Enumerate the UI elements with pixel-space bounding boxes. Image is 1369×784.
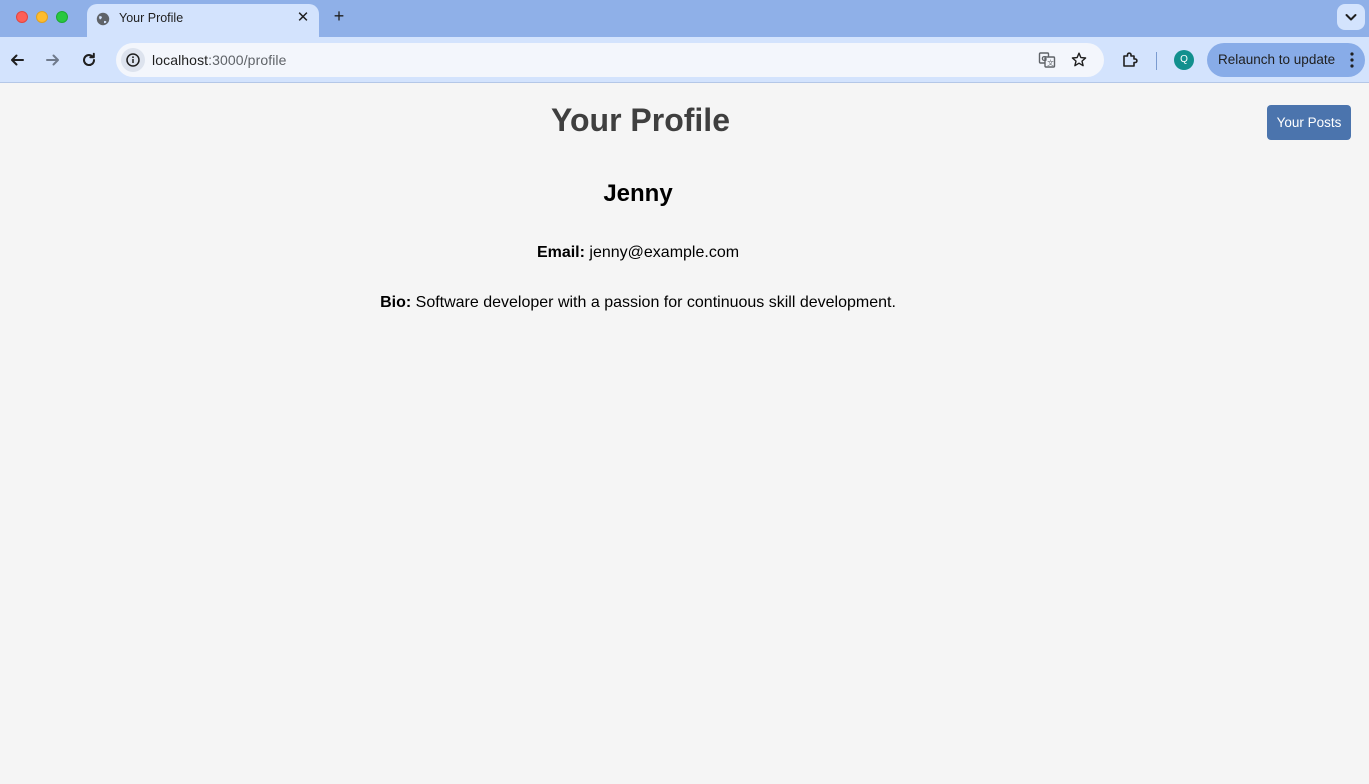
address-bar[interactable]: localhost:3000/profile G 文 <box>116 43 1104 77</box>
back-arrow-icon[interactable] <box>6 49 28 71</box>
relaunch-button[interactable]: Relaunch to update <box>1207 43 1365 77</box>
plus-icon[interactable]: + <box>329 6 349 26</box>
bio-value: Software developer with a passion for co… <box>415 294 896 311</box>
star-icon[interactable] <box>1070 51 1088 69</box>
email-label: Email: <box>536 244 585 261</box>
minimize-window-button[interactable] <box>36 11 48 23</box>
relaunch-label: Relaunch to update <box>1218 52 1336 67</box>
tab-strip: Your Profile ✕ + <box>0 0 1369 37</box>
chevron-down-icon <box>1345 14 1357 21</box>
browser-toolbar: localhost:3000/profile G 文 Q Relaunch to… <box>0 37 1369 83</box>
site-info-button[interactable] <box>121 48 145 72</box>
close-window-button[interactable] <box>16 11 28 23</box>
extensions-icon[interactable] <box>1120 50 1140 70</box>
page-content: Your Profile Your Posts Jenny Email: jen… <box>0 84 1369 784</box>
url-host: localhost <box>152 52 209 68</box>
user-name: Jenny <box>603 180 673 207</box>
site-info-icon <box>126 53 140 67</box>
tab-search-button[interactable] <box>1337 4 1365 30</box>
avatar[interactable]: Q <box>1174 50 1194 70</box>
forward-arrow-icon[interactable] <box>42 49 64 71</box>
svg-text:文: 文 <box>1047 58 1054 67</box>
browser-tab[interactable]: Your Profile ✕ <box>87 4 319 37</box>
close-icon[interactable]: ✕ <box>295 10 311 26</box>
bio-label: Bio: <box>380 294 412 311</box>
bio-line: Bio: Software developer with a passion f… <box>0 294 1276 312</box>
toolbar-divider <box>1156 52 1157 70</box>
tab-title: Your Profile <box>119 11 184 25</box>
globe-icon <box>96 12 110 26</box>
email-line: Email: jenny@example.com <box>0 244 1276 262</box>
your-posts-button[interactable]: Your Posts <box>1267 105 1351 140</box>
url-text: localhost:3000/profile <box>152 52 287 68</box>
more-vert-icon[interactable] <box>1349 51 1355 69</box>
url-path: :3000/profile <box>208 52 287 68</box>
reload-icon[interactable] <box>78 49 100 71</box>
page-title: Your Profile <box>551 102 730 138</box>
email-value: jenny@example.com <box>589 244 740 261</box>
translate-icon[interactable]: G 文 <box>1038 51 1056 69</box>
maximize-window-button[interactable] <box>56 11 68 23</box>
